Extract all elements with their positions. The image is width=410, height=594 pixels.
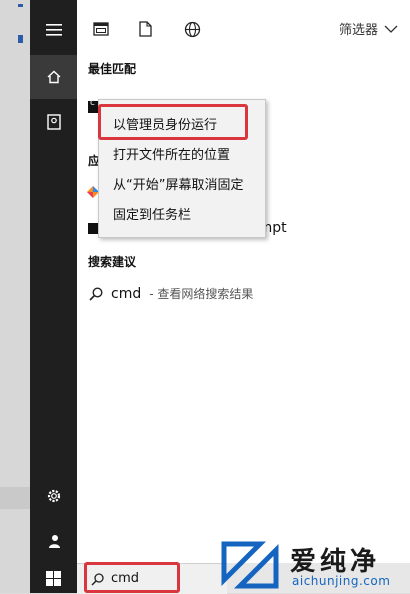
document-library-icon [46, 114, 61, 130]
watermark-url: aichunjing.com [292, 574, 391, 588]
document-icon [138, 21, 152, 37]
watermark-emblem [221, 541, 279, 589]
filter-dropdown[interactable]: 筛选器 [339, 19, 398, 38]
globe-icon [184, 21, 200, 37]
pin-to-taskbar-item[interactable]: 固定到任务栏 [113, 204, 191, 223]
start-rail [30, 0, 77, 593]
background-mark [18, 4, 23, 7]
open-file-location-item[interactable]: 打开文件所在的位置 [113, 144, 230, 163]
best-match-peek: c [90, 98, 95, 108]
background-mark [18, 35, 23, 43]
user-button[interactable] [30, 519, 77, 563]
apps-tab-icon [93, 22, 109, 36]
documents-filter-button[interactable] [135, 19, 155, 39]
suggestion-query: cmd [111, 285, 142, 302]
search-icon [89, 286, 103, 301]
menu-button[interactable] [30, 8, 77, 52]
background-band [0, 487, 30, 509]
run-as-admin-highlight [98, 104, 248, 140]
settings-button[interactable] [30, 474, 77, 518]
person-icon [48, 535, 60, 548]
web-suggestion-item[interactable]: cmd - 查看网络搜索结果 [89, 285, 253, 302]
suggestion-hint: - 查看网络搜索结果 [149, 287, 254, 301]
apps-filter-button[interactable] [91, 19, 111, 39]
chevron-down-icon [384, 25, 398, 33]
documents-button[interactable] [30, 100, 77, 144]
best-match-heading: 最佳匹配 [88, 62, 137, 76]
windows-logo-icon [46, 570, 61, 586]
background-strip [0, 0, 30, 593]
search-box-highlight [84, 562, 180, 593]
home-button[interactable] [30, 55, 77, 99]
search-results-panel: 筛选器 最佳匹配 c 应 ompt 搜索建议 cmd - 查看网络搜索结果 [77, 0, 410, 563]
filter-toolbar: 筛选器 [77, 0, 410, 56]
search-suggestions-heading: 搜索建议 [88, 255, 137, 269]
watermark-logo: 爱纯净 aichunjing.com [220, 538, 410, 593]
gear-icon [47, 489, 60, 503]
watermark-text: 爱纯净 [290, 547, 381, 577]
hamburger-icon [45, 24, 62, 36]
web-filter-button[interactable] [182, 19, 202, 39]
home-icon [47, 70, 60, 84]
filter-label: 筛选器 [338, 23, 378, 38]
start-button[interactable] [30, 563, 77, 593]
unpin-from-start-item[interactable]: 从“开始”屏幕取消固定 [113, 174, 243, 193]
